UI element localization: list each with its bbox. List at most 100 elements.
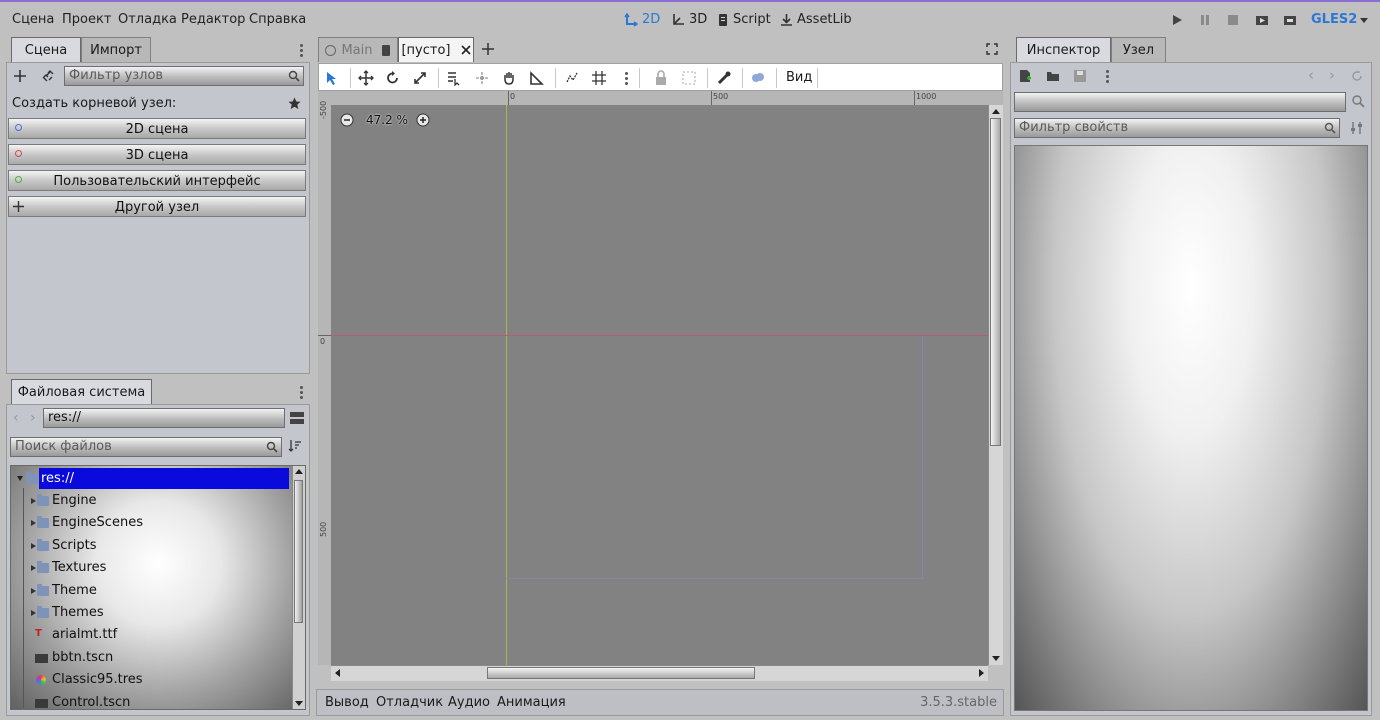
editor-tab-empty[interactable]: [пусто] xyxy=(398,37,474,62)
forward-arrow-icon[interactable]: › xyxy=(30,410,36,426)
grid-snap-icon[interactable] xyxy=(591,70,607,86)
tree-item-folder[interactable]: Textures xyxy=(11,557,291,579)
split-view-icon[interactable] xyxy=(289,411,305,425)
menu-scene[interactable]: Сцена xyxy=(12,12,54,27)
bottom-tab-audio[interactable]: Аудио xyxy=(448,695,490,710)
close-icon[interactable] xyxy=(460,45,471,55)
editor-tab-main[interactable]: Main xyxy=(318,37,398,62)
bottom-tab-animation[interactable]: Анимация xyxy=(497,695,566,710)
snap-options-icon[interactable] xyxy=(625,71,629,85)
filesystem-menu-icon[interactable] xyxy=(300,385,304,399)
bone-icon[interactable] xyxy=(716,70,732,86)
scroll-up-icon[interactable] xyxy=(295,469,303,474)
create-3d-scene-button[interactable]: 3D сцена xyxy=(8,144,306,165)
collapse-arrow-icon[interactable] xyxy=(31,565,36,571)
bottom-tab-output[interactable]: Вывод xyxy=(325,695,369,710)
play-icon[interactable] xyxy=(1171,14,1183,26)
zoom-level[interactable]: 47.2 % xyxy=(366,113,408,127)
collapse-arrow-icon[interactable] xyxy=(31,543,36,549)
create-other-node-button[interactable]: Другой узел xyxy=(8,196,306,217)
scroll-up-icon[interactable] xyxy=(992,109,1000,114)
ruler-tool-icon[interactable] xyxy=(529,70,545,86)
link-icon[interactable] xyxy=(41,69,55,83)
workspace-3d-button[interactable]: 3D xyxy=(671,12,707,27)
viewport-hscrollbar[interactable] xyxy=(331,665,988,681)
tree-item-folder[interactable]: Engine xyxy=(11,490,291,512)
open-folder-icon[interactable] xyxy=(1046,69,1060,83)
fullscreen-icon[interactable] xyxy=(986,43,998,55)
tree-item-file[interactable]: bbtn.tscn xyxy=(11,647,291,669)
tab-import[interactable]: Импорт xyxy=(81,37,151,62)
scale-tool-icon[interactable] xyxy=(412,70,428,86)
rotate-tool-icon[interactable] xyxy=(385,70,401,86)
menu-help[interactable]: Справка xyxy=(249,12,306,27)
scroll-down-icon[interactable] xyxy=(295,701,303,706)
history-back-icon[interactable]: ‹ xyxy=(1308,66,1314,84)
list-select-icon[interactable] xyxy=(446,70,462,86)
smart-snap-icon[interactable] xyxy=(564,70,580,86)
bottom-tab-debugger[interactable]: Отладчик xyxy=(376,695,443,710)
group-icon[interactable] xyxy=(681,70,697,86)
favorite-star-icon[interactable] xyxy=(288,97,301,110)
expand-arrow-icon[interactable] xyxy=(17,476,23,481)
chevron-down-icon[interactable] xyxy=(1360,18,1368,24)
path-field[interactable]: res:// xyxy=(43,408,285,428)
tab-scene[interactable]: Сцена xyxy=(11,37,81,62)
collapse-arrow-icon[interactable] xyxy=(31,588,36,594)
scroll-down-icon[interactable] xyxy=(992,656,1000,661)
property-filter-input[interactable]: Фильтр свойств xyxy=(1014,118,1340,138)
collapse-arrow-icon[interactable] xyxy=(31,498,36,504)
tree-item-file[interactable]: Control.tscn xyxy=(11,692,291,709)
pan-tool-icon[interactable] xyxy=(501,70,517,86)
workspace-2d-button[interactable]: 2D xyxy=(624,12,660,27)
tree-item-file[interactable]: Classic95.tres xyxy=(11,669,291,691)
tab-filesystem[interactable]: Файловая система xyxy=(11,379,152,404)
add-node-icon[interactable] xyxy=(13,69,27,83)
canvas-viewport[interactable]: 47.2 % xyxy=(331,105,988,665)
object-search-icon[interactable] xyxy=(1351,94,1365,110)
workspace-assetlib-button[interactable]: AssetLib xyxy=(780,12,852,27)
scene-dock-menu-icon[interactable] xyxy=(300,43,304,57)
history-icon[interactable] xyxy=(1351,70,1363,82)
create-2d-scene-button[interactable]: 2D сцена xyxy=(8,118,306,139)
particles-icon[interactable] xyxy=(750,70,766,86)
viewport-vscrollbar[interactable] xyxy=(988,105,1003,665)
object-path-field[interactable] xyxy=(1014,92,1346,112)
scrollbar-thumb[interactable] xyxy=(294,480,303,623)
tree-item-folder[interactable]: Theme xyxy=(11,580,291,602)
play-custom-scene-icon[interactable] xyxy=(1284,14,1296,26)
stop-icon[interactable] xyxy=(1227,14,1239,26)
pivot-tool-icon[interactable] xyxy=(474,70,490,86)
node-filter-input[interactable]: Фильтр узлов xyxy=(64,66,304,86)
tree-item-file[interactable]: T arialmt.ttf xyxy=(11,624,291,646)
scrollbar-thumb[interactable] xyxy=(990,118,1001,446)
view-menu-button[interactable]: Вид xyxy=(786,70,812,85)
zoom-in-icon[interactable] xyxy=(416,113,430,127)
create-ui-button[interactable]: Пользовательский интерфейс xyxy=(8,170,306,191)
collapse-arrow-icon[interactable] xyxy=(31,610,36,616)
tree-item-folder[interactable]: Themes xyxy=(11,602,291,624)
file-search-input[interactable]: Поиск файлов xyxy=(10,437,282,457)
play-scene-icon[interactable] xyxy=(1256,14,1268,26)
back-arrow-icon[interactable]: ‹ xyxy=(13,410,19,426)
file-tree[interactable]: res:// Engine EngineScenes Scripts Textu… xyxy=(10,465,306,710)
select-tool-icon[interactable] xyxy=(324,70,340,86)
collapse-arrow-icon[interactable] xyxy=(31,520,36,526)
pause-icon[interactable] xyxy=(1199,14,1211,26)
sort-icon[interactable] xyxy=(288,439,302,453)
tab-inspector[interactable]: Инспектор xyxy=(1016,37,1111,62)
add-tab-icon[interactable] xyxy=(481,42,495,56)
lock-icon[interactable] xyxy=(653,70,669,86)
save-icon[interactable] xyxy=(1073,69,1087,83)
tree-scrollbar[interactable] xyxy=(292,466,305,709)
scroll-left-icon[interactable] xyxy=(335,669,340,677)
new-resource-icon[interactable] xyxy=(1018,69,1032,83)
zoom-out-icon[interactable] xyxy=(340,113,354,127)
tab-node[interactable]: Узел xyxy=(1111,37,1166,62)
menu-editor[interactable]: Редактор xyxy=(181,12,245,27)
tree-item-folder[interactable]: Scripts xyxy=(11,535,291,557)
inspector-menu-icon[interactable] xyxy=(1106,69,1110,83)
scroll-right-icon[interactable] xyxy=(979,669,984,677)
menu-debug[interactable]: Отладка xyxy=(118,12,177,27)
history-forward-icon[interactable]: › xyxy=(1329,66,1335,84)
